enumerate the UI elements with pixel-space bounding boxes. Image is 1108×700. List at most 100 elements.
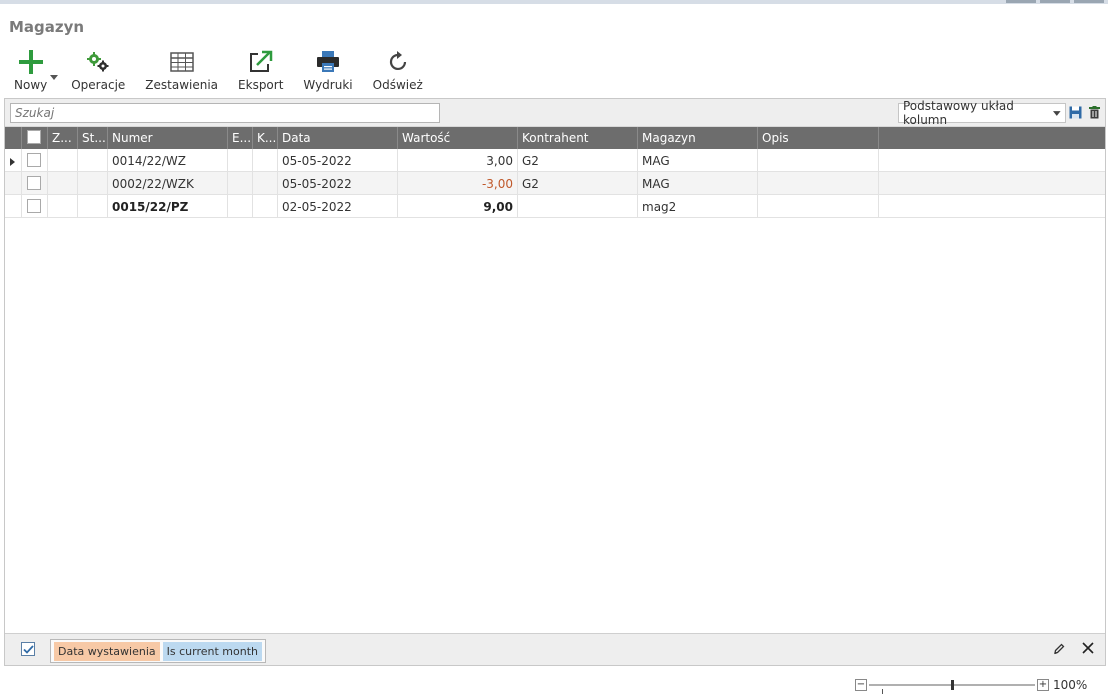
- export-icon: [248, 48, 274, 76]
- row-select-cell[interactable]: [22, 195, 48, 218]
- document-grid: Podstawowy układ kolumn Z... St... Numer…: [4, 98, 1106, 666]
- row-select-cell[interactable]: [22, 172, 48, 195]
- minimize-button[interactable]: [1006, 0, 1036, 3]
- cell-k: [253, 172, 278, 195]
- chevron-down-icon: [1053, 110, 1061, 116]
- window-controls: [1006, 0, 1104, 3]
- zoom-slider-thumb[interactable]: [951, 680, 954, 690]
- column-header-filler: [879, 127, 1105, 149]
- cell-numer: 0014/22/WZ: [108, 149, 228, 172]
- row-checkbox[interactable]: [27, 176, 41, 190]
- clear-filter-icon[interactable]: [1082, 642, 1094, 654]
- prints-button-label: Wydruki: [303, 78, 353, 92]
- maximize-button[interactable]: [1040, 0, 1070, 3]
- refresh-icon: [386, 48, 410, 76]
- cell-st: [78, 172, 108, 195]
- filter-condition-chip[interactable]: Is current month: [162, 641, 263, 661]
- cell-e: [228, 195, 253, 218]
- zoom-in-button[interactable]: +: [1037, 679, 1049, 691]
- cell-magazyn: MAG: [638, 172, 758, 195]
- prints-button[interactable]: Wydruki: [289, 48, 358, 92]
- export-button[interactable]: Eksport: [224, 48, 289, 92]
- current-row-arrow-icon: [10, 158, 15, 166]
- grid-rows: 0014/22/WZ 05-05-2022 3,00 G2 MAG 0002/2…: [5, 149, 1105, 218]
- column-header-kontrahent[interactable]: Kontrahent: [518, 127, 638, 149]
- column-header-k[interactable]: K...: [253, 127, 278, 149]
- cell-opis: [758, 195, 879, 218]
- reports-button-label: Zestawienia: [145, 78, 219, 92]
- table-row[interactable]: 0015/22/PZ 02-05-2022 9,00 mag2: [5, 195, 1105, 218]
- cell-opis: [758, 172, 879, 195]
- gears-icon: [85, 48, 111, 76]
- plus-icon: [18, 48, 44, 76]
- row-select-cell[interactable]: [22, 149, 48, 172]
- column-layout-value: Podstawowy układ kolumn: [903, 99, 1014, 127]
- row-checkbox[interactable]: [27, 153, 41, 167]
- filter-status-bar: Data wystawienia Is current month: [5, 633, 1105, 665]
- cell-numer: 0002/22/WZK: [108, 172, 228, 195]
- grid-header: Z... St... Numer E... K... Data Wartość …: [5, 127, 1105, 149]
- export-button-label: Eksport: [238, 78, 284, 92]
- delete-layout-icon[interactable]: [1089, 106, 1100, 119]
- cell-data: 05-05-2022: [278, 172, 398, 195]
- new-button-label: Nowy: [14, 78, 48, 92]
- cell-k: [253, 149, 278, 172]
- reports-button[interactable]: Zestawienia: [131, 48, 224, 92]
- cell-filler: [879, 172, 1105, 195]
- cell-z: [48, 195, 78, 218]
- filter-bar: Podstawowy układ kolumn: [5, 99, 1105, 127]
- table-row[interactable]: 0014/22/WZ 05-05-2022 3,00 G2 MAG: [5, 149, 1105, 172]
- row-checkbox[interactable]: [27, 199, 41, 213]
- table-row[interactable]: 0002/22/WZK 05-05-2022 -3,00 G2 MAG: [5, 172, 1105, 195]
- column-header-numer[interactable]: Numer: [108, 127, 228, 149]
- printer-icon: [315, 48, 341, 76]
- select-all-header[interactable]: [22, 127, 48, 149]
- cell-e: [228, 149, 253, 172]
- page-title: Magazyn: [9, 18, 85, 36]
- row-indicator: [5, 195, 22, 218]
- save-icon[interactable]: [1069, 106, 1082, 119]
- filter-field-chip[interactable]: Data wystawienia: [54, 641, 160, 661]
- cell-z: [48, 149, 78, 172]
- edit-filter-icon[interactable]: [1053, 643, 1065, 655]
- cell-magazyn: mag2: [638, 195, 758, 218]
- close-window-button[interactable]: [1074, 0, 1104, 3]
- column-header-z[interactable]: Z...: [48, 127, 78, 149]
- operations-button[interactable]: Operacje: [65, 48, 131, 92]
- checkmark-icon: [22, 644, 34, 654]
- column-layout-select[interactable]: Podstawowy układ kolumn: [898, 99, 1066, 127]
- cell-opis: [758, 149, 879, 172]
- cell-k: [253, 195, 278, 218]
- cell-kontrahent: G2: [518, 172, 638, 195]
- column-header-st[interactable]: St...: [78, 127, 108, 149]
- table-icon: [169, 48, 194, 76]
- filter-enabled-checkbox[interactable]: [21, 642, 35, 656]
- column-header-wartosc[interactable]: Wartość: [398, 127, 518, 149]
- toolbar: Nowy Operacje Zestawienia Eksport Wydruk…: [8, 48, 429, 96]
- operations-button-label: Operacje: [71, 78, 126, 92]
- cell-data: 02-05-2022: [278, 195, 398, 218]
- zoom-slider[interactable]: [867, 679, 1037, 694]
- column-header-data[interactable]: Data: [278, 127, 398, 149]
- zoom-out-button[interactable]: −: [855, 679, 867, 691]
- select-all-checkbox[interactable]: [27, 130, 41, 144]
- zoom-slider-tick: [882, 689, 883, 694]
- cell-kontrahent: [518, 195, 638, 218]
- new-dropdown-arrow[interactable]: [47, 48, 61, 88]
- window-top-border: [0, 0, 1108, 4]
- active-filter[interactable]: Data wystawienia Is current month: [50, 639, 267, 663]
- search-input[interactable]: [10, 103, 440, 123]
- cell-wartosc: 9,00: [398, 195, 518, 218]
- column-header-opis[interactable]: Opis: [758, 127, 879, 149]
- refresh-button[interactable]: Odśwież: [359, 48, 429, 92]
- zoom-level-label: 100%: [1053, 678, 1088, 692]
- zoom-control: − + 100%: [855, 677, 1088, 694]
- cell-filler: [879, 149, 1105, 172]
- column-header-e[interactable]: E...: [228, 127, 253, 149]
- refresh-button-label: Odśwież: [372, 78, 423, 92]
- cell-st: [78, 195, 108, 218]
- column-header-magazyn[interactable]: Magazyn: [638, 127, 758, 149]
- cell-wartosc: 3,00: [398, 149, 518, 172]
- cell-magazyn: MAG: [638, 149, 758, 172]
- cell-st: [78, 149, 108, 172]
